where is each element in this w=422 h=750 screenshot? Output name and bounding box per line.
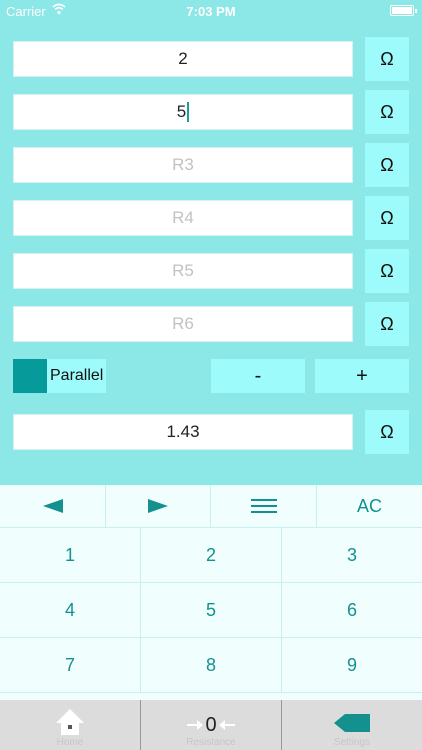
resistor-input-6[interactable]: R6 bbox=[13, 306, 353, 342]
menu-button[interactable] bbox=[211, 485, 317, 528]
resistor-value-2: 5 bbox=[176, 102, 187, 121]
resistor-input-3[interactable]: R3 bbox=[13, 147, 353, 183]
digit-8-button[interactable]: 8 bbox=[141, 638, 282, 693]
mode-row: Parallel - + bbox=[13, 359, 409, 393]
resistor-icon-text: 0 bbox=[205, 714, 217, 736]
cursor-left-button[interactable] bbox=[0, 485, 106, 528]
cursor-right-button[interactable] bbox=[106, 485, 211, 528]
house-icon bbox=[56, 709, 84, 735]
result-value: 1.43 bbox=[166, 422, 200, 441]
resistor-placeholder-4: R4 bbox=[172, 208, 194, 227]
tab-bar: Home 0 Resistance Settings bbox=[0, 700, 422, 750]
menu-icon bbox=[250, 495, 277, 517]
clock: 7:03 PM bbox=[186, 4, 236, 19]
remove-resistor-button[interactable]: - bbox=[211, 359, 305, 393]
resistor-placeholder-5: R5 bbox=[172, 261, 194, 280]
resistor-input-1[interactable]: 2 bbox=[13, 41, 353, 77]
resistor-placeholder-6: R6 bbox=[172, 314, 194, 333]
unit-button-1[interactable]: Ω bbox=[365, 37, 409, 81]
resistor-row-1: 2 Ω bbox=[13, 37, 409, 81]
resistor-placeholder-3: R3 bbox=[172, 155, 194, 174]
digit-7-button[interactable]: 7 bbox=[0, 638, 141, 693]
unit-button-3[interactable]: Ω bbox=[365, 143, 409, 187]
add-resistor-button[interactable]: + bbox=[315, 359, 409, 393]
mode-swatch bbox=[13, 359, 47, 393]
tab-resistance[interactable]: 0 Resistance bbox=[141, 700, 281, 750]
resistor-input-4[interactable]: R4 bbox=[13, 200, 353, 236]
clear-button[interactable]: AC bbox=[317, 485, 422, 528]
arrow-tag-icon bbox=[334, 714, 370, 732]
digit-6-button[interactable]: 6 bbox=[282, 583, 422, 638]
resistor-value-1: 2 bbox=[178, 49, 188, 68]
resistor-input-5[interactable]: R5 bbox=[13, 253, 353, 289]
resistor-icon: 0 bbox=[187, 714, 235, 736]
resistor-row-5: R5 Ω bbox=[13, 249, 409, 293]
unit-button-5[interactable]: Ω bbox=[365, 249, 409, 293]
digit-3-button[interactable]: 3 bbox=[282, 528, 422, 583]
result-row: 1.43 Ω bbox=[13, 410, 409, 454]
tab-settings-label: Settings bbox=[333, 737, 371, 748]
parallel-toggle[interactable]: Parallel bbox=[13, 359, 106, 393]
tab-resistance-label: Resistance bbox=[186, 737, 236, 748]
digit-2-button[interactable]: 2 bbox=[141, 528, 282, 583]
tab-home-label: Home bbox=[56, 737, 84, 748]
unit-button-2[interactable]: Ω bbox=[365, 90, 409, 134]
digit-4-button[interactable]: 4 bbox=[0, 583, 141, 638]
unit-button-4[interactable]: Ω bbox=[365, 196, 409, 240]
mode-label: Parallel bbox=[50, 367, 104, 384]
tab-settings[interactable]: Settings bbox=[282, 700, 422, 750]
resistor-row-4: R4 Ω bbox=[13, 196, 409, 240]
right-arrow-icon bbox=[148, 499, 168, 513]
resistor-row-3: R3 Ω bbox=[13, 143, 409, 187]
text-caret bbox=[187, 102, 190, 122]
resistor-input-2[interactable]: 5 bbox=[13, 94, 353, 130]
left-arrow-icon bbox=[42, 499, 63, 513]
status-bar: Carrier 7:03 PM bbox=[0, 0, 422, 22]
tab-home[interactable]: Home bbox=[0, 700, 140, 750]
digit-9-button[interactable]: 9 bbox=[282, 638, 422, 693]
keypad: AC 1 2 3 4 5 6 7 8 9 bbox=[0, 485, 422, 700]
result-unit-button[interactable]: Ω bbox=[365, 410, 409, 454]
unit-button-6[interactable]: Ω bbox=[365, 302, 409, 346]
digit-5-button[interactable]: 5 bbox=[141, 583, 282, 638]
battery-icon bbox=[390, 5, 417, 16]
result-field[interactable]: 1.43 bbox=[13, 414, 353, 450]
resistor-row-2: 5 Ω bbox=[13, 90, 409, 134]
resistor-row-6: R6 Ω bbox=[13, 302, 409, 346]
digit-1-button[interactable]: 1 bbox=[0, 528, 141, 583]
